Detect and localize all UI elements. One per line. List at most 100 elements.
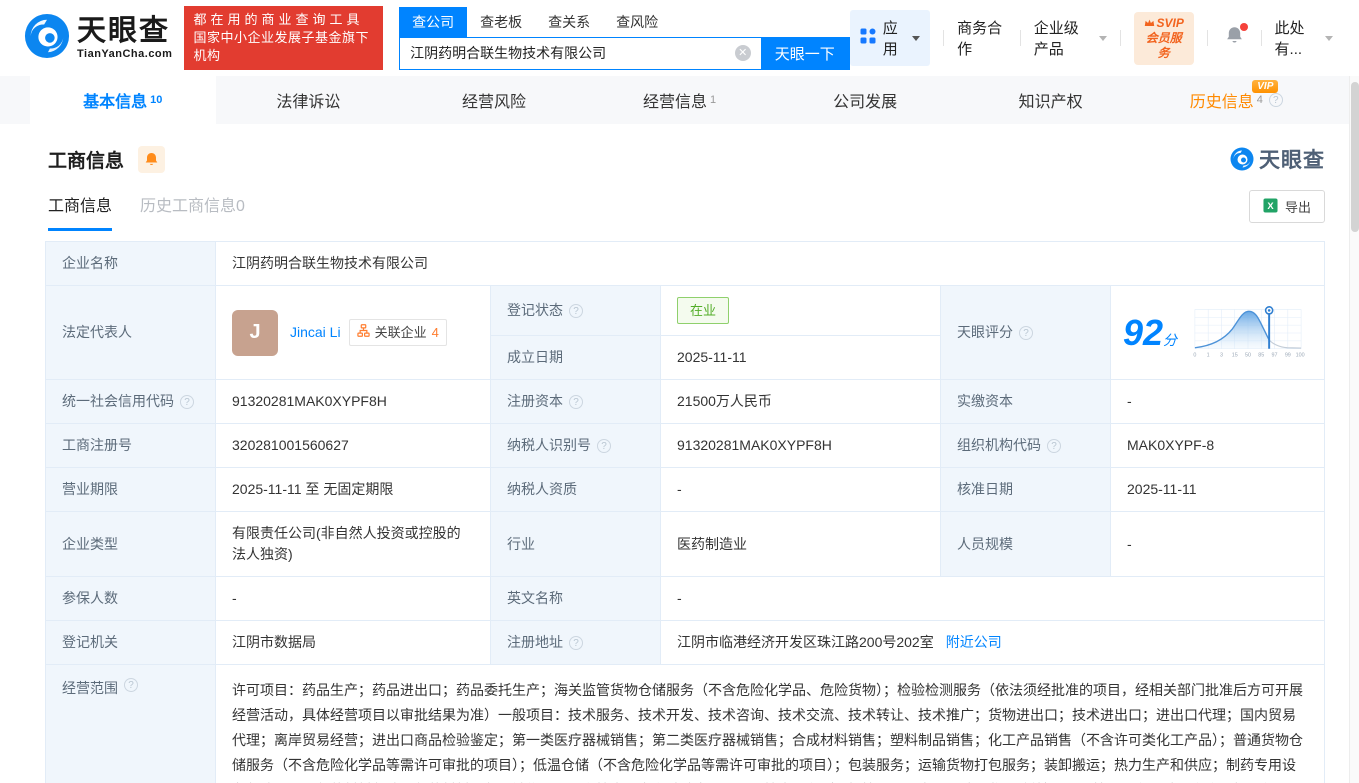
- help-icon[interactable]: ?: [1019, 326, 1033, 340]
- divider: [1120, 30, 1121, 46]
- notification-bell-button[interactable]: [1225, 26, 1244, 50]
- table-row: 企业类型 有限责任公司(非自然人投资或控股的法人独资) 行业 医药制造业 人员规…: [46, 512, 1324, 577]
- related-companies-badge[interactable]: 关联企业 4: [349, 319, 447, 346]
- tab-operation-info[interactable]: 经营信息1: [587, 76, 773, 124]
- vertical-scrollbar[interactable]: [1349, 76, 1359, 783]
- search-button[interactable]: 天眼一下: [761, 38, 849, 69]
- slogan-line2: 国家中小企业发展子基金旗下机构: [193, 29, 374, 65]
- tianyancha-logo[interactable]: 天眼查 TianYanCha.com: [24, 13, 172, 64]
- table-row: 法定代表人 J Jincai Li: [46, 286, 1324, 380]
- status-badge: 在业: [677, 297, 729, 324]
- export-label: 导出: [1285, 197, 1311, 216]
- org-chart-icon: [357, 322, 370, 343]
- field-value-industry: 医药制造业: [661, 512, 941, 576]
- tab-legal-litigation[interactable]: 法律诉讼: [216, 76, 402, 124]
- subtab-row: 工商信息 历史工商信息0 X 导出: [0, 174, 1359, 231]
- notification-red-dot: [1240, 23, 1248, 31]
- help-icon[interactable]: ?: [180, 395, 194, 409]
- svg-text:99: 99: [1285, 352, 1291, 358]
- help-icon[interactable]: ?: [124, 678, 138, 692]
- tab-operation-risk[interactable]: 经营风险: [401, 76, 587, 124]
- search-tabs: 查公司 查老板 查关系 查风险: [399, 7, 850, 37]
- crown-icon: [1144, 16, 1155, 31]
- field-label-registered-address: 注册地址?: [491, 621, 661, 664]
- apps-label: 应用: [883, 17, 901, 59]
- subtab-history-business-info[interactable]: 历史工商信息0: [140, 192, 245, 231]
- section-title: 工商信息: [48, 146, 124, 173]
- field-label-taxpayer-id: 纳税人识别号?: [491, 424, 661, 467]
- field-label-approval-date: 核准日期: [941, 468, 1111, 511]
- field-label-organization-code: 组织机构代码?: [941, 424, 1111, 467]
- tab-operation-info-label: 经营信息: [643, 88, 707, 112]
- legal-rep-link[interactable]: Jincai Li: [290, 322, 341, 343]
- help-icon[interactable]: ?: [1269, 93, 1283, 107]
- field-label-taxpayer-qualification: 纳税人资质: [491, 468, 661, 511]
- search-box: ✕ 天眼一下: [399, 37, 850, 70]
- field-label-industry: 行业: [491, 512, 661, 576]
- help-icon[interactable]: ?: [569, 636, 583, 650]
- field-label-business-scope: 经营范围?: [46, 665, 216, 783]
- nav-enterprise-products[interactable]: 企业级产品: [1034, 17, 1107, 59]
- divider: [1261, 30, 1262, 46]
- field-label-registration-status: 登记状态 ?: [491, 286, 661, 335]
- score-label: 天眼评分: [957, 322, 1013, 343]
- tab-intellectual-property[interactable]: 知识产权: [958, 76, 1144, 124]
- field-value-staff-size: -: [1111, 512, 1324, 576]
- svg-text:X: X: [1267, 200, 1274, 210]
- avatar[interactable]: J: [232, 310, 278, 356]
- tab-basic-info[interactable]: 基本信息10: [30, 76, 216, 124]
- svip-member-button[interactable]: SVIP 会员服务: [1134, 12, 1194, 65]
- tab-company-development[interactable]: 公司发展: [772, 76, 958, 124]
- help-icon[interactable]: ?: [597, 439, 611, 453]
- field-value-legal-rep: J Jincai Li 关联企业: [216, 286, 491, 379]
- tianyancha-logo-icon: [1230, 147, 1254, 171]
- excel-icon: X: [1263, 198, 1278, 216]
- svg-text:15: 15: [1232, 352, 1238, 358]
- monitor-bell-button[interactable]: [138, 146, 165, 173]
- export-button[interactable]: X 导出: [1249, 190, 1325, 223]
- field-value-established-date: 2025-11-11: [661, 336, 940, 379]
- scrollbar-thumb[interactable]: [1351, 82, 1359, 232]
- business-info-table: 企业名称 江阴药明合联生物技术有限公司 法定代表人 J Jincai Li: [45, 241, 1325, 783]
- nav-business-cooperation[interactable]: 商务合作: [957, 17, 1007, 59]
- divider: [1020, 30, 1021, 46]
- slogan-line1: 都在用的商业查询工具: [193, 11, 374, 29]
- tab-history-info[interactable]: 历史信息4 ? VIP: [1143, 76, 1329, 124]
- search-tab-relation[interactable]: 查关系: [535, 7, 603, 37]
- svg-text:100: 100: [1296, 352, 1305, 358]
- svip-label: SVIP: [1157, 16, 1184, 31]
- apps-button[interactable]: 应用: [850, 10, 931, 66]
- svg-text:1: 1: [1207, 352, 1210, 358]
- field-label-company-type: 企业类型: [46, 512, 216, 576]
- search-tab-boss[interactable]: 查老板: [467, 7, 535, 37]
- help-icon[interactable]: ?: [569, 395, 583, 409]
- field-value-english-name: -: [661, 577, 1324, 620]
- page: 天眼查 TianYanCha.com 都在用的商业查询工具 国家中小企业发展子基…: [0, 0, 1359, 783]
- field-value-company-name: 江阴药明合联生物技术有限公司: [216, 242, 1324, 285]
- table-row: 登记机关 江阴市数据局 注册地址? 江阴市临港经济开发区珠江路200号202室 …: [46, 621, 1324, 665]
- search-input[interactable]: [400, 38, 735, 69]
- help-icon[interactable]: ?: [1047, 439, 1061, 453]
- tab-basic-info-label: 基本信息: [83, 88, 147, 112]
- apps-grid-icon: [860, 28, 876, 48]
- related-companies-label: 关联企业: [375, 322, 427, 343]
- nav-more-dropdown[interactable]: 此处有...: [1275, 17, 1333, 59]
- score-distribution-chart: 0 1 3 15 50 85 97 99 100: [1189, 304, 1307, 362]
- tab-intellectual-property-label: 知识产权: [1019, 88, 1083, 112]
- score-value: 92: [1123, 312, 1163, 353]
- help-icon[interactable]: ?: [569, 304, 583, 318]
- field-value-registration-status: 在业: [661, 286, 940, 335]
- nearby-companies-link[interactable]: 附近公司: [946, 632, 1002, 653]
- search-tab-risk[interactable]: 查风险: [603, 7, 671, 37]
- subtab-business-info[interactable]: 工商信息: [48, 192, 112, 231]
- search-tab-company[interactable]: 查公司: [399, 7, 467, 37]
- tab-operation-risk-label: 经营风险: [462, 88, 526, 112]
- tab-count: 4: [1257, 94, 1263, 106]
- clear-search-icon[interactable]: ✕: [735, 45, 751, 61]
- logo-domain: TianYanCha.com: [77, 49, 172, 60]
- section-header: 工商信息 天眼查: [0, 124, 1359, 174]
- watermark-logo: 天眼查: [1230, 144, 1325, 174]
- field-value-taxpayer-id: 91320281MAK0XYPF8H: [661, 424, 941, 467]
- svg-text:0: 0: [1193, 352, 1196, 358]
- field-label-registration-authority: 登记机关: [46, 621, 216, 664]
